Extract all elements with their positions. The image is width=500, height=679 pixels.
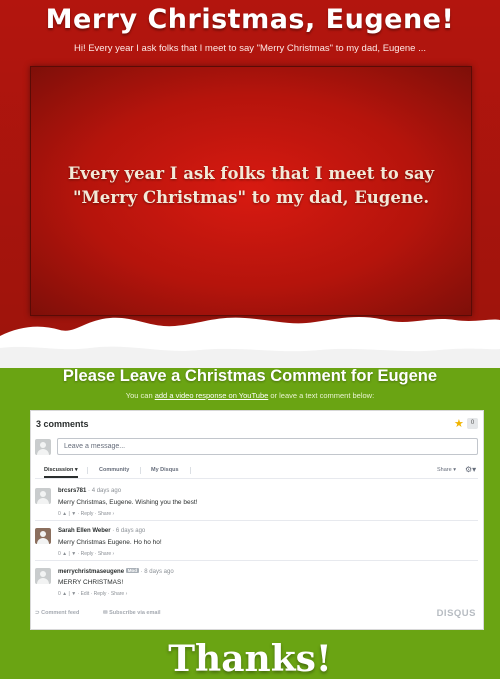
avatar[interactable]	[35, 568, 51, 584]
comment-message: MERRY CHRISTMAS!	[58, 579, 124, 586]
comment-actions[interactable]: 0 ▲ | ▼ · Edit · Reply · Share ›	[58, 591, 127, 597]
tab-community[interactable]: Community	[99, 467, 129, 473]
comment-author-name: merrychristmaseugene	[58, 569, 125, 575]
comment-message: Merry Christmas, Eugene. Wishing you the…	[58, 499, 198, 506]
avatar[interactable]	[35, 488, 51, 504]
gear-icon[interactable]: ⚙▾	[465, 465, 476, 474]
comment-time[interactable]: · 4 days ago	[88, 488, 121, 494]
disqus-footer: ⊃ Comment feed ✉ Subscribe via email DIS…	[35, 608, 478, 622]
comment-author[interactable]: merrychristmaseugene Mod · 8 days ago	[58, 568, 174, 575]
comment-author[interactable]: brcsrs781 · 4 days ago	[58, 488, 121, 494]
tab-my-disqus[interactable]: My Disqus	[151, 467, 179, 473]
tab-discussion-label: Discussion	[44, 467, 74, 473]
comment-actions[interactable]: 0 ▲ | ▼ · Reply · Share ›	[58, 551, 114, 557]
comment-author-name: Sarah Ellen Weber	[58, 528, 111, 534]
video-caption-line-1: Every year I ask folks that I meet to sa…	[67, 164, 435, 183]
thanks-heading: Thanks!	[168, 638, 332, 679]
comment-divider	[35, 520, 478, 521]
tab-discussion[interactable]: Discussion ▾	[44, 467, 78, 478]
comment-time[interactable]: · 6 days ago	[112, 528, 145, 534]
chevron-down-icon: ▾	[453, 467, 456, 473]
instructions-text-before: You can	[125, 391, 155, 400]
nav-divider	[140, 467, 141, 474]
comment-author-name: brcsrs781	[58, 488, 87, 494]
comment-message: Merry Christmas Eugene. Ho ho ho!	[58, 539, 162, 546]
video-caption-line-2: "Merry Christmas" to my dad, Eugene.	[72, 188, 430, 207]
disqus-nav: Discussion ▾ Community My Disqus Share ▾…	[35, 464, 478, 479]
comment-feed-label: Comment feed	[41, 610, 80, 616]
disqus-panel: 3 comments ★ 0 Leave a message... Discus…	[30, 410, 484, 630]
moderator-badge: Mod	[125, 568, 139, 573]
chevron-down-icon: ▾	[74, 467, 78, 473]
comment-divider	[35, 560, 478, 561]
avatar-photo[interactable]	[35, 528, 51, 544]
subscribe-label: Subscribe via email	[109, 610, 161, 616]
comment-count: 3 comments	[36, 419, 89, 429]
comments-heading: Please Leave a Christmas Comment for Eug…	[62, 367, 438, 385]
envelope-icon: ✉	[103, 610, 108, 616]
comment-author[interactable]: Sarah Ellen Weber · 6 days ago	[58, 528, 145, 534]
share-menu[interactable]: Share ▾	[437, 467, 456, 473]
page-title: Merry Christmas, Eugene!	[45, 4, 455, 35]
subscribe-email-link[interactable]: ✉ Subscribe via email	[103, 610, 161, 616]
disqus-logo[interactable]: DISQUS	[437, 608, 476, 619]
nav-divider	[190, 467, 191, 474]
page-subtitle: Hi! Every year I ask folks that I meet t…	[73, 43, 427, 54]
nav-divider	[87, 467, 88, 474]
rss-icon: ⊃	[35, 610, 40, 616]
user-avatar	[35, 439, 51, 455]
snow-border	[0, 316, 500, 368]
comments-instructions: You can add a video response on YouTube …	[0, 391, 500, 400]
comment-time[interactable]: · 8 days ago	[141, 569, 174, 575]
video-player[interactable]: Every year I ask folks that I meet to sa…	[30, 66, 472, 316]
instructions-text-after: or leave a text comment below:	[268, 391, 375, 400]
youtube-response-link[interactable]: add a video response on YouTube	[155, 391, 269, 400]
comment-feed-link[interactable]: ⊃ Comment feed	[35, 610, 79, 616]
star-count-badge: 0	[467, 418, 478, 429]
video-caption: Every year I ask folks that I meet to sa…	[31, 162, 471, 210]
share-label: Share	[437, 467, 452, 473]
star-icon[interactable]: ★	[454, 417, 464, 430]
comment-actions[interactable]: 0 ▲ | ▼ · Reply · Share ›	[58, 511, 114, 517]
message-input[interactable]: Leave a message...	[57, 438, 478, 455]
